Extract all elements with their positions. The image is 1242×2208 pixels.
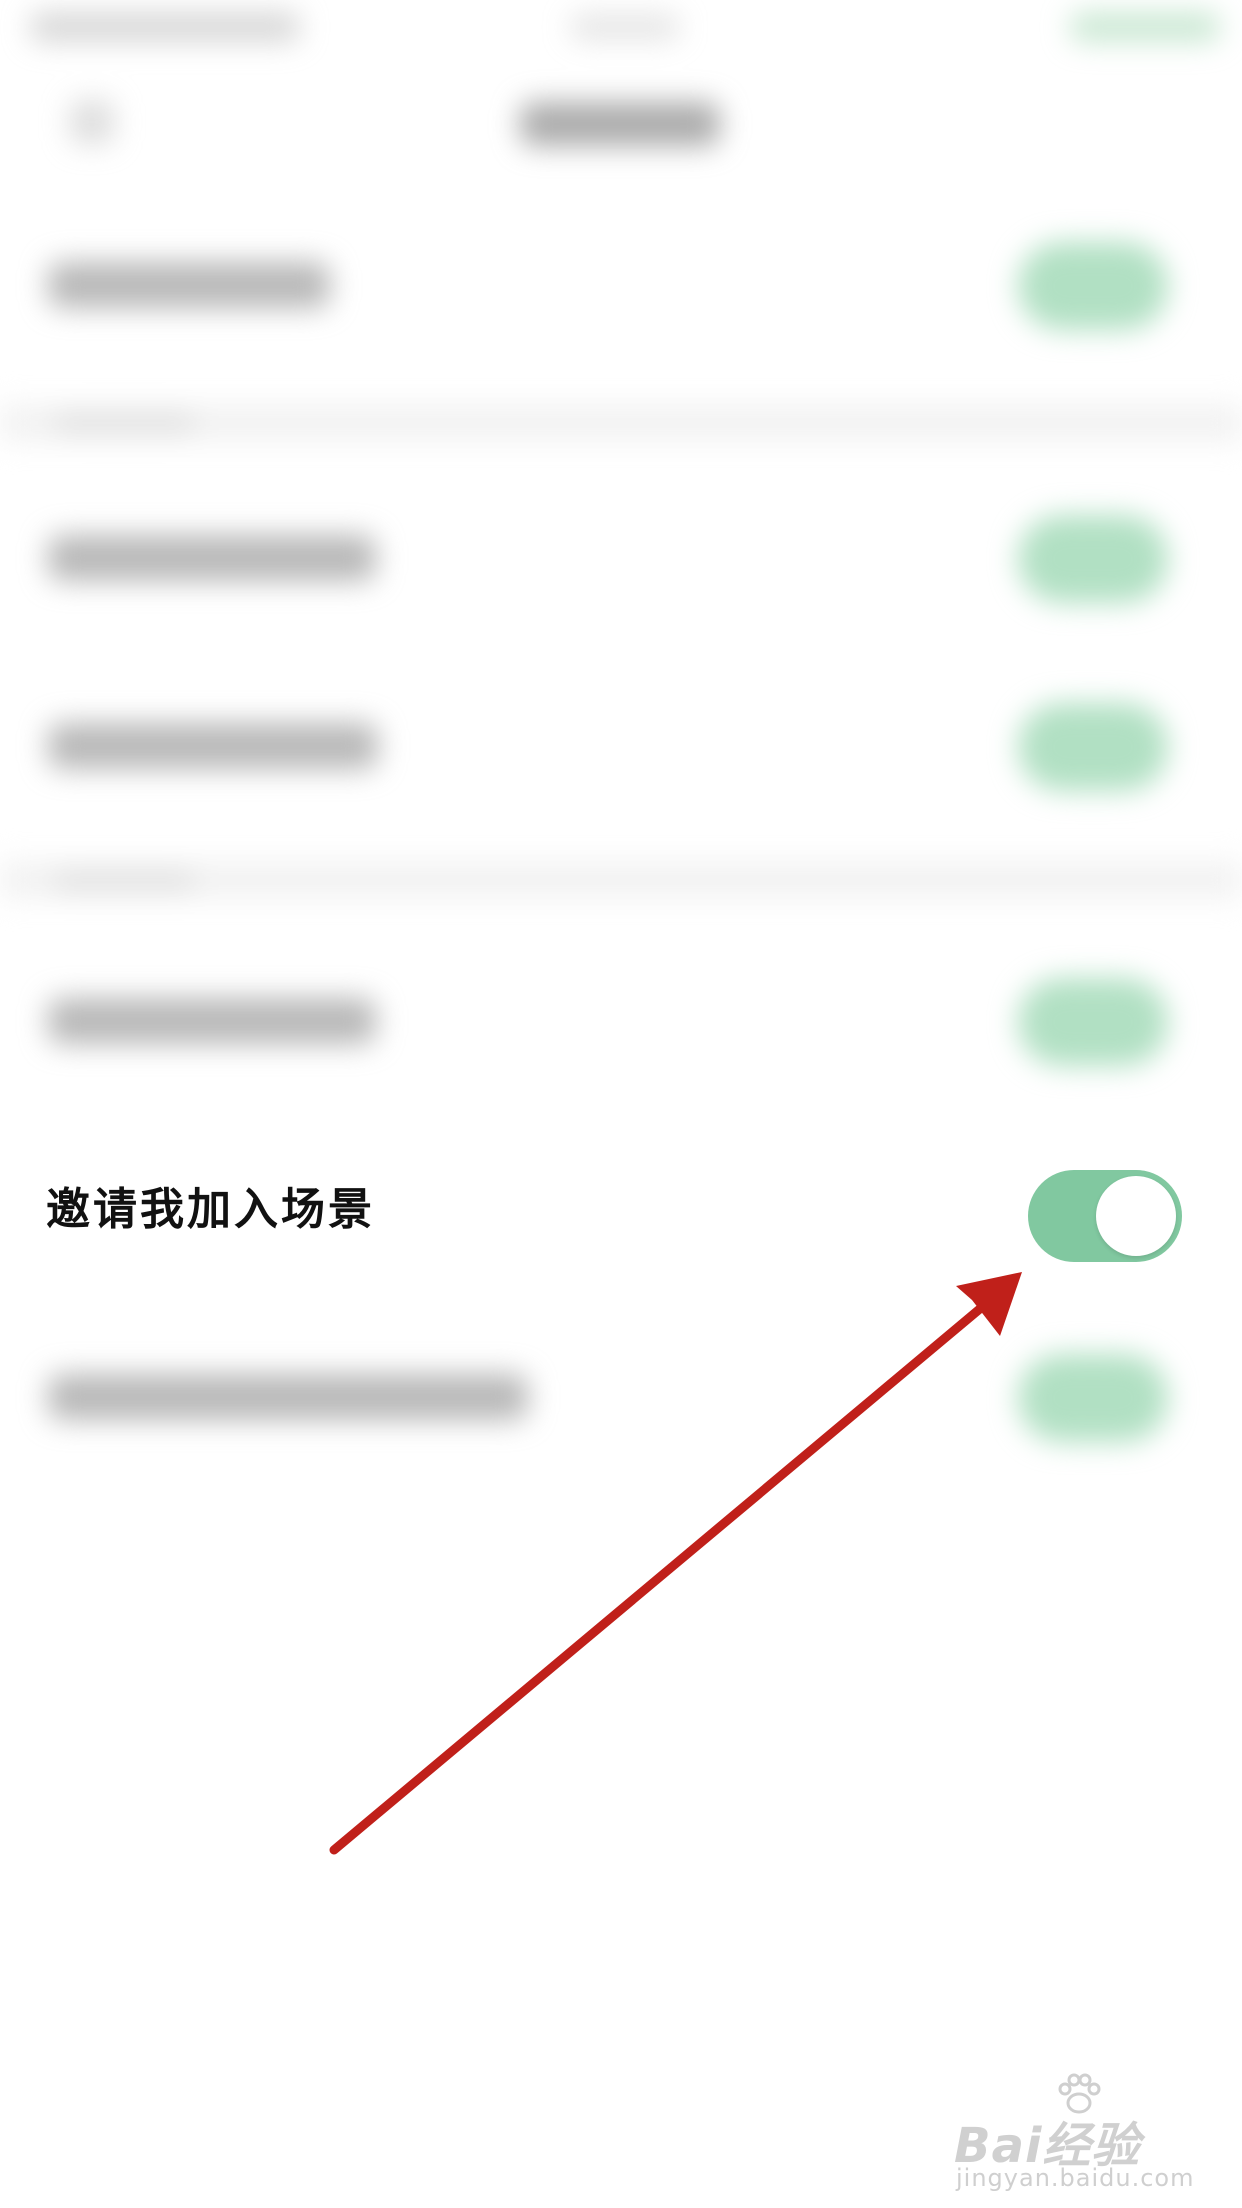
blurred-row-label xyxy=(48,262,330,308)
section-header xyxy=(54,414,194,432)
status-bar-left xyxy=(30,12,300,42)
blurred-toggle xyxy=(1018,242,1168,330)
annotation-arrow xyxy=(329,1272,1022,1855)
blurred-row-label xyxy=(48,1374,528,1420)
blurred-row-label xyxy=(48,535,376,581)
blurred-row-label xyxy=(48,998,376,1044)
blurred-background-content xyxy=(0,0,1242,2208)
watermark-url: jingyan.baidu.com xyxy=(956,2164,1195,2192)
arrow-shaft xyxy=(329,1287,1005,1855)
blurred-toggle xyxy=(1018,703,1168,791)
section-separator xyxy=(0,405,1242,441)
section-separator xyxy=(0,862,1242,898)
blurred-toggle xyxy=(1018,1354,1168,1442)
toggle-knob xyxy=(1096,1176,1176,1256)
invite-to-scene-row: 邀请我加入场景 xyxy=(0,1170,1242,1262)
baidu-jingyan-watermark: Bai经验 jingyan.baidu.com xyxy=(948,2072,1218,2192)
status-bar-time xyxy=(570,14,680,40)
invite-to-scene-label: 邀请我加入场景 xyxy=(46,1184,375,1235)
invite-to-scene-toggle[interactable] xyxy=(1028,1170,1182,1262)
status-bar-battery xyxy=(1070,12,1220,42)
blurred-row-label xyxy=(48,723,378,769)
arrow-head xyxy=(956,1272,1022,1336)
section-header xyxy=(54,872,194,890)
page-title xyxy=(520,102,720,146)
blurred-toggle xyxy=(1018,978,1168,1066)
back-icon xyxy=(70,100,114,144)
blurred-toggle xyxy=(1018,515,1168,603)
